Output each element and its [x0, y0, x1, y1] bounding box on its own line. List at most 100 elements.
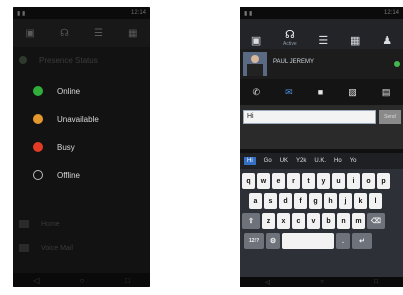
briefcase-icon[interactable]: ▣ — [26, 28, 35, 39]
menu-item-offline[interactable]: Offline — [13, 161, 150, 189]
card-icon[interactable]: ▤ — [382, 87, 391, 98]
home-icon[interactable]: ○ — [80, 276, 85, 285]
keyboard-row-1: q w e r t y u i o p — [240, 173, 403, 189]
key[interactable]: q — [242, 173, 255, 189]
key[interactable]: s — [264, 193, 277, 209]
chat-area: Hi Send — [240, 105, 403, 149]
tab-active[interactable]: ☊ Active — [283, 29, 297, 47]
status-icons: ▮ ▮ — [244, 10, 253, 17]
home-icon — [19, 220, 29, 228]
avatar-head — [251, 55, 259, 63]
menu-item-online[interactable]: Online — [13, 77, 150, 105]
headset-icon[interactable]: ☊ — [60, 28, 69, 39]
keyboard-row-4: 12!? ⚙ . ↵ — [240, 233, 403, 249]
enter-key-icon[interactable]: ↵ — [352, 233, 372, 249]
status-icons: ▮ ▮ — [17, 10, 26, 17]
avatar-body — [247, 64, 263, 76]
period-key[interactable]: . — [336, 233, 350, 249]
keyboard-row-2: a s d f g h j k l — [240, 193, 403, 209]
key[interactable]: b — [322, 213, 335, 229]
symbols-key[interactable]: 12!? — [244, 233, 264, 249]
shift-key-icon[interactable]: ⇧ — [242, 213, 260, 229]
key[interactable]: i — [347, 173, 360, 189]
key[interactable]: o — [362, 173, 375, 189]
keyboard-row-3: ⇧ z x c v b n m ⌫ — [240, 213, 403, 229]
key[interactable]: y — [317, 173, 330, 189]
phone-icon[interactable]: ✆ — [253, 87, 261, 98]
status-dot-icon — [19, 56, 27, 64]
presence-dot-icon — [394, 61, 400, 67]
menu-item-busy[interactable]: Busy — [13, 133, 150, 161]
key[interactable]: v — [307, 213, 320, 229]
key[interactable]: l — [369, 193, 382, 209]
key[interactable]: a — [249, 193, 262, 209]
profile-status-row: Presence Status — [13, 47, 150, 73]
suggestion[interactable]: Hi — [244, 157, 256, 165]
key[interactable]: f — [294, 193, 307, 209]
tab-grid[interactable]: ▦ — [350, 35, 360, 47]
key[interactable]: p — [377, 173, 390, 189]
grid-icon[interactable]: ▦ — [128, 28, 137, 39]
video-icon[interactable]: ■ — [318, 87, 323, 97]
nav-bar: ◁ ○ □ — [13, 273, 150, 287]
suggestion-bar: Hi Go UK Y2k U.K. Ho Yo — [240, 153, 403, 169]
grid-icon: ▦ — [350, 35, 361, 47]
image-icon[interactable]: ▨ — [348, 87, 357, 98]
key[interactable]: g — [309, 193, 322, 209]
contact-name: PAUL JEREMY — [273, 59, 315, 65]
key[interactable]: w — [257, 173, 270, 189]
avatar — [243, 52, 267, 76]
key[interactable]: m — [352, 213, 365, 229]
phone-book-icon: ▣ — [250, 35, 262, 47]
suggestion[interactable]: U.K. — [314, 158, 326, 164]
key[interactable]: z — [262, 213, 275, 229]
home-icon[interactable]: ○ — [320, 279, 324, 285]
menu-item-unavailable[interactable]: Unavailable — [13, 105, 150, 133]
presence-menu: Online Unavailable Busy Offline — [13, 77, 150, 189]
headset-icon: ☊ — [284, 29, 295, 41]
suggestion[interactable]: Ho — [334, 158, 342, 164]
tab-list[interactable]: ☰ — [318, 35, 328, 47]
key[interactable]: h — [324, 193, 337, 209]
recent-apps-icon[interactable]: □ — [125, 276, 130, 285]
key[interactable]: c — [292, 213, 305, 229]
list-icon[interactable]: ☰ — [94, 28, 103, 39]
compose-bar: Hi Send — [243, 110, 401, 124]
key[interactable]: n — [337, 213, 350, 229]
contact-header[interactable]: PAUL JEREMY — [240, 49, 403, 79]
keyboard: Hi Go UK Y2k U.K. Ho Yo q w e r t y u i … — [240, 153, 403, 287]
menu-item-label: Online — [57, 86, 81, 96]
key[interactable]: u — [332, 173, 345, 189]
space-key[interactable] — [282, 233, 334, 249]
send-button[interactable]: Send — [379, 110, 401, 124]
message-input[interactable]: Hi — [243, 110, 376, 124]
list-icon: ☰ — [318, 35, 329, 47]
key[interactable]: r — [287, 173, 300, 189]
menu-item-label: Unavailable — [57, 114, 99, 124]
key[interactable]: k — [354, 193, 367, 209]
back-icon[interactable]: ◁ — [265, 279, 270, 286]
suggestion[interactable]: Go — [264, 158, 272, 164]
key[interactable]: j — [339, 193, 352, 209]
busy-dot-icon — [33, 142, 43, 152]
settings-key-icon[interactable]: ⚙ — [266, 233, 280, 249]
chat-icon[interactable]: ✉ — [285, 87, 293, 98]
toolbar: ▣ ☊ ☰ ▦ — [13, 19, 150, 47]
key[interactable]: e — [272, 173, 285, 189]
key[interactable]: d — [279, 193, 292, 209]
suggestion[interactable]: UK — [280, 158, 288, 164]
recent-apps-icon[interactable]: □ — [374, 279, 378, 285]
suggestion[interactable]: Yo — [350, 158, 357, 164]
suggestion[interactable]: Y2k — [296, 158, 306, 164]
tab-phonebook[interactable]: ▣ — [251, 35, 261, 47]
tab-person[interactable]: ♟ — [382, 35, 392, 47]
right-phone-screen: ▮ ▮ 12:14 ▣ ☊ Active ☰ ▦ ♟ PAUL JEREMY ✆… — [240, 7, 403, 287]
backspace-key-icon[interactable]: ⌫ — [367, 213, 385, 229]
key[interactable]: t — [302, 173, 315, 189]
menu-item-label: Busy — [57, 142, 75, 152]
nav-bar: ◁ ○ □ — [240, 277, 403, 287]
voicemail-icon — [19, 244, 29, 252]
key[interactable]: x — [277, 213, 290, 229]
back-icon[interactable]: ◁ — [33, 276, 39, 285]
profile-status-label: Presence Status — [39, 55, 98, 65]
